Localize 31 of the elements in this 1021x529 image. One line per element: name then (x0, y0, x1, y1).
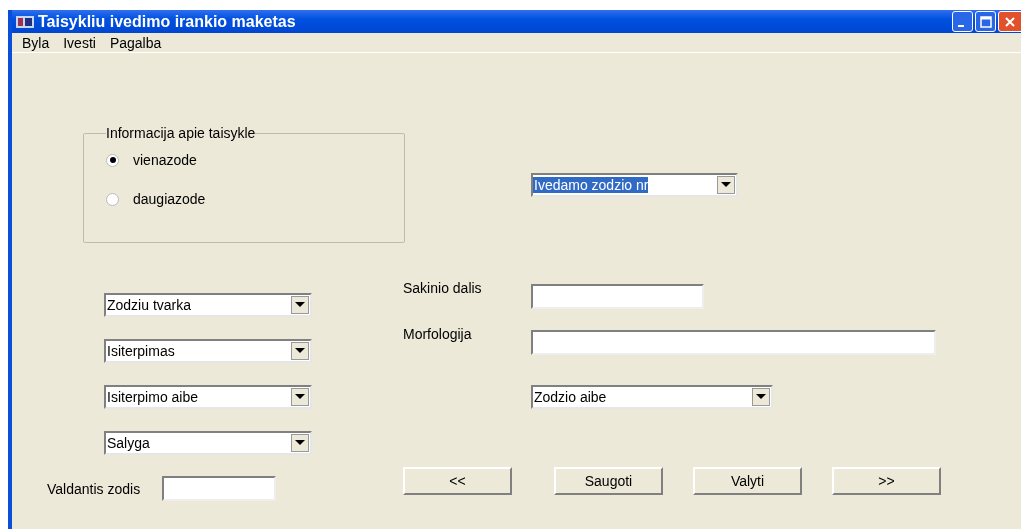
field-label: Sakinio dalis (403, 280, 483, 296)
dropdown[interactable]: Salyga (104, 431, 312, 455)
minimize-icon (958, 24, 964, 27)
window-title: Taisykliu ivedimo irankio maketas (38, 12, 296, 31)
close-icon (1004, 15, 1016, 28)
app-icon (16, 14, 34, 29)
push-button[interactable]: Valyti (693, 467, 802, 495)
radio-label: daugiazode (133, 191, 206, 207)
radio-button[interactable] (106, 192, 119, 206)
maximize-button[interactable] (975, 11, 996, 32)
dropdown[interactable]: Zodziu tvarka (104, 293, 312, 317)
dropdown[interactable]: Isiterpimas (104, 339, 312, 363)
input-field[interactable] (162, 476, 277, 501)
push-button[interactable]: >> (832, 467, 941, 495)
input-field[interactable] (531, 284, 704, 309)
dropdown[interactable]: Zodzio aibe (531, 385, 773, 409)
input-field[interactable] (531, 330, 936, 355)
minimize-button[interactable] (952, 11, 973, 32)
radio-button[interactable] (106, 153, 119, 167)
field-label: Morfologija (403, 326, 473, 342)
field-label: Valdantis zodis (47, 480, 141, 497)
radio-label: vienazode (133, 152, 197, 168)
dropdown[interactable]: Isiterpimo aibe (104, 385, 312, 409)
push-button[interactable]: Saugoti (554, 467, 663, 495)
menu-item[interactable]: Byla (22, 34, 50, 51)
menu-item[interactable]: Pagalba (109, 34, 162, 51)
maximize-icon (979, 15, 992, 28)
push-button[interactable]: << (403, 467, 512, 495)
group-legend: Informacija apie taisykle (106, 125, 256, 141)
dropdown[interactable]: Ivedamo zodzio nr (531, 173, 738, 197)
menu-item[interactable]: Ivesti (63, 34, 96, 51)
